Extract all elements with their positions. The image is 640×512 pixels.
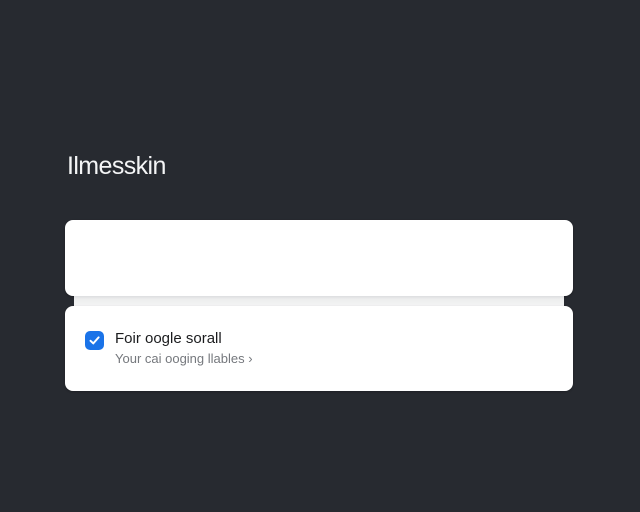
setting-subtitle-link[interactable]: Your cai ooging llables › [115,351,253,366]
page-title: Ilmesskin [67,152,166,180]
setting-title: Foir oogle sorall [115,330,222,347]
empty-card [65,220,573,296]
setting-card[interactable]: Foir oogle sorall Your cai ooging llable… [65,306,573,391]
card-divider [74,296,564,306]
checkbox-checked-icon[interactable] [85,331,104,350]
checkmark-icon [89,336,100,345]
